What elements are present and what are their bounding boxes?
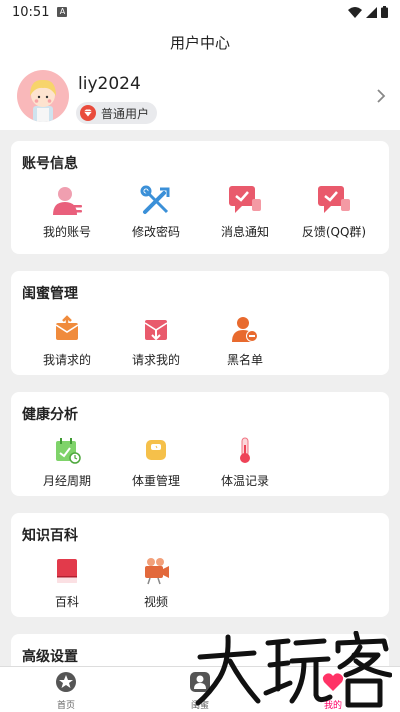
book-icon [57,559,77,583]
user-level-badge: 普通用户 [76,102,158,124]
top-app-bar: 用户中心 [0,24,400,60]
section-title-account: 账号信息 [22,156,78,172]
knowledge-card: 知识百科 百科 视频 [11,513,389,617]
my-account-item[interactable]: 我的账号 [22,183,112,240]
weight-scale-icon [146,440,166,460]
calendar-cycle-icon [56,438,81,464]
change-password-item[interactable]: 修改密码 [111,183,201,240]
encyclopedia-label: 百科 [54,595,79,609]
encyclopedia-item[interactable]: 百科 [22,553,112,610]
feedback-chat-icon [318,186,350,213]
requests-to-me-label: 请求我的 [131,353,180,367]
blocklist-item[interactable]: 黑名单 [200,311,290,368]
diamond-icon [80,105,96,121]
section-title-health: 健康分析 [22,407,78,423]
status-time: 10:51 [12,4,50,20]
notifications-item[interactable]: 消息通知 [200,183,290,240]
blocklist-label: 黑名单 [226,353,263,367]
wifi-icon [348,6,362,18]
health-analysis-card: 健康分析 月经周期 体重管理 体温记录 [11,392,389,496]
incoming-request-icon [144,320,168,341]
friends-management-card: 闺蜜管理 我请求的 请求我的 黑名单 [11,271,389,375]
blocklist-user-icon [232,317,258,342]
video-label: 视频 [143,595,168,609]
section-title-knowledge: 知识百科 [22,528,78,544]
nav-home-label: 首页 [56,701,75,711]
star-icon [56,672,76,692]
username: liy2024 [78,74,141,94]
outgoing-request-icon [55,315,79,340]
section-title-friends: 闺蜜管理 [22,286,78,302]
menstrual-cycle-item[interactable]: 月经周期 [22,432,112,489]
feedback-label: 反馈(QQ群) [301,225,367,239]
profile-header[interactable]: liy2024 普通用户 [0,60,400,130]
signal-icon [366,6,377,18]
thermometer-icon [240,437,250,463]
temperature-record-label: 体温记录 [220,474,269,488]
temperature-record-item[interactable]: 体温记录 [200,432,290,489]
my-requests-label: 我请求的 [42,353,91,367]
message-check-icon [229,186,261,213]
my-account-label: 我的账号 [42,225,91,239]
notification-a-icon: A [57,7,68,17]
weight-management-label: 体重管理 [131,474,180,488]
section-title-advanced: 高级设置 [22,649,78,665]
chevron-right-icon[interactable] [376,88,386,104]
user-account-icon [53,187,82,215]
menstrual-cycle-label: 月经周期 [42,474,91,488]
status-icons [348,6,388,18]
video-camera-icon [145,558,169,585]
nav-home[interactable]: 首页 [36,671,96,711]
watermark-logo [196,631,392,708]
requests-to-me-item[interactable]: 请求我的 [111,311,201,368]
weight-management-item[interactable]: 体重管理 [111,432,201,489]
page-title: 用户中心 [169,33,230,52]
account-info-card: 账号信息 我的账号 修改密码 消息通知 反馈(QQ群) [11,141,389,254]
my-requests-item[interactable]: 我请求的 [22,311,112,368]
user-level-label: 普通用户 [101,106,150,121]
avatar-girl-icon [30,79,56,122]
tools-icon [140,185,170,214]
feedback-item[interactable]: 反馈(QQ群) [289,183,379,240]
notifications-label: 消息通知 [220,225,269,239]
battery-icon [381,6,388,18]
status-bar: 10:51 A [0,0,400,24]
avatar[interactable] [17,70,69,122]
video-item[interactable]: 视频 [111,553,201,610]
change-password-label: 修改密码 [131,225,180,239]
